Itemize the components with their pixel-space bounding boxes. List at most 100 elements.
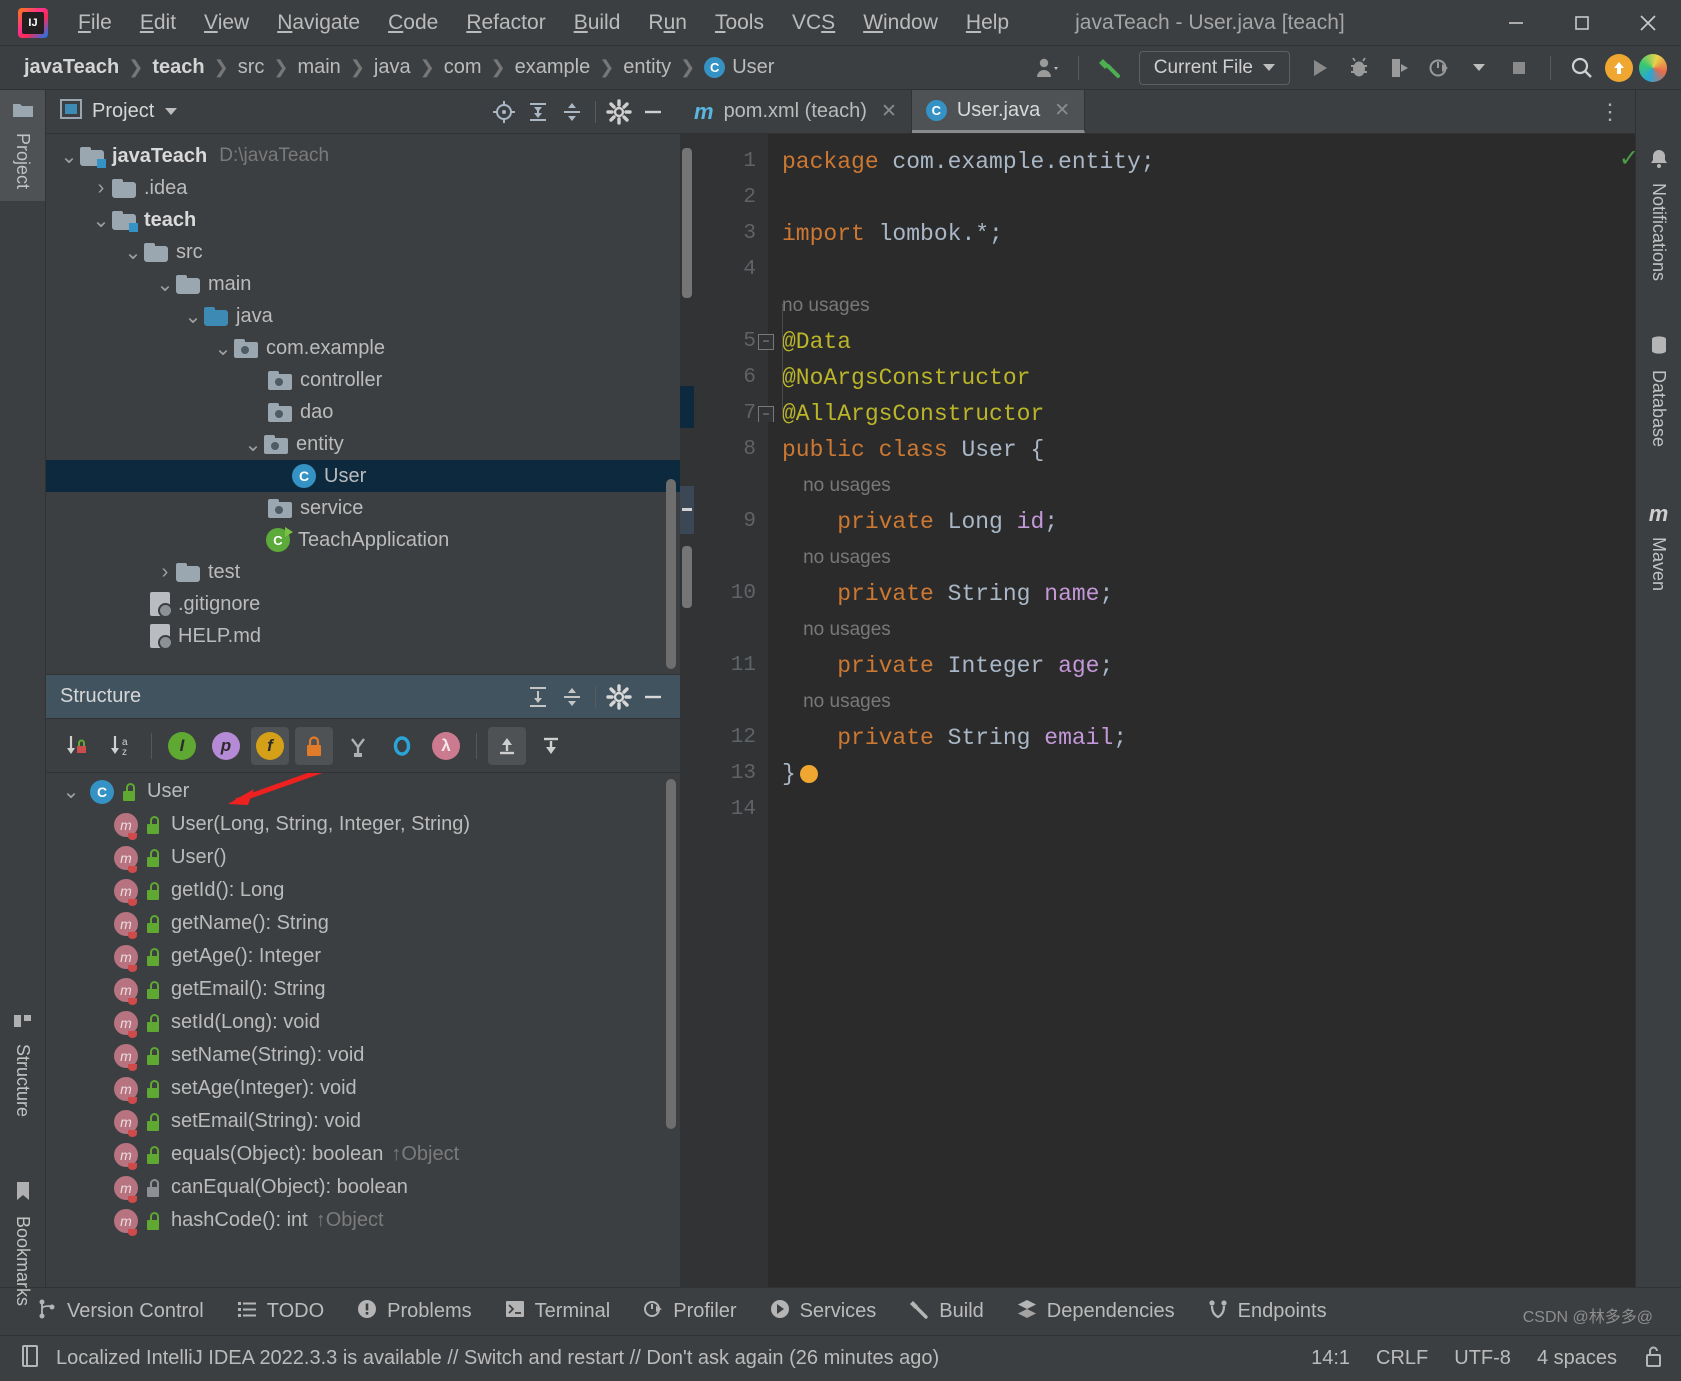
breadcrumb-item-2[interactable]: src — [232, 54, 271, 81]
project-tree-scrollbar[interactable] — [666, 479, 676, 669]
editor-tab-pom-xml[interactable]: m pom.xml (teach) ✕ — [680, 90, 912, 133]
tool-button-dependencies[interactable]: Dependencies — [1016, 1298, 1175, 1326]
menu-file[interactable]: File — [64, 7, 126, 39]
chevron-down-icon[interactable]: ⌄ — [212, 336, 234, 361]
menu-vcs[interactable]: VCS — [778, 7, 849, 39]
close-button[interactable] — [1615, 0, 1681, 46]
breadcrumb-item-1[interactable]: teach — [146, 54, 210, 81]
tree-row-test[interactable]: › test — [46, 556, 680, 588]
ide-assistant-icon[interactable] — [1639, 54, 1667, 82]
notification-doc-icon[interactable] — [18, 1343, 42, 1374]
file-encoding[interactable]: UTF-8 — [1454, 1347, 1511, 1370]
show-hierarchy-icon[interactable] — [339, 727, 377, 765]
chevron-down-icon[interactable]: ⌄ — [58, 144, 80, 169]
more-options-icon[interactable]: ⋮ — [1585, 90, 1635, 133]
menu-run[interactable]: Run — [634, 7, 701, 39]
no-errors-checkmark-icon[interactable]: ✓ — [1619, 144, 1639, 173]
sidebar-item-structure[interactable]: Structure — [0, 1001, 45, 1129]
collapse-all-icon[interactable] — [555, 97, 589, 127]
settings-gear-icon[interactable] — [602, 682, 636, 712]
tool-button-services[interactable]: Services — [769, 1298, 877, 1326]
sidebar-item-project[interactable]: Project — [0, 90, 45, 201]
project-tree[interactable]: ⌄ javaTeach D:\javaTeach › .idea ⌄ teach — [46, 134, 680, 674]
caret-position[interactable]: 14:1 — [1311, 1347, 1350, 1370]
tree-row-help-md[interactable]: HELP.md — [46, 620, 680, 652]
tree-row-javaTeach[interactable]: ⌄ javaTeach D:\javaTeach — [46, 140, 680, 172]
menu-view[interactable]: View — [190, 7, 263, 39]
chevron-down-icon[interactable] — [1462, 52, 1496, 84]
tool-button-version-control[interactable]: Version Control — [36, 1298, 204, 1326]
stop-icon[interactable] — [1502, 52, 1536, 84]
tree-row-java[interactable]: ⌄ java — [46, 300, 680, 332]
menu-edit[interactable]: Edit — [126, 7, 190, 39]
structure-row-method[interactable]: m equals(Object): boolean ↑Object — [46, 1138, 680, 1171]
tool-button-todo[interactable]: TODO — [236, 1298, 324, 1326]
maximize-button[interactable] — [1549, 0, 1615, 46]
breadcrumb-item-7[interactable]: entity — [617, 54, 677, 81]
show-anonymous-classes-icon[interactable] — [383, 727, 421, 765]
menu-navigate[interactable]: Navigate — [263, 7, 374, 39]
structure-row-method[interactable]: m setAge(Integer): void — [46, 1072, 680, 1105]
menu-build[interactable]: Build — [560, 7, 635, 39]
code-content[interactable]: package com.example.entity; import lombo… — [768, 134, 1611, 1287]
sort-by-visibility-icon[interactable] — [58, 727, 96, 765]
chevron-down-icon[interactable]: ⌄ — [154, 272, 176, 297]
run-configuration-selector[interactable]: Current File — [1139, 51, 1290, 85]
update-icon[interactable] — [1605, 54, 1633, 82]
tool-button-profiler[interactable]: Profiler — [642, 1298, 736, 1326]
structure-row-method[interactable]: m getName(): String — [46, 907, 680, 940]
show-fields-icon[interactable]: f — [251, 727, 289, 765]
tree-row-com-example[interactable]: ⌄ com.example — [46, 332, 680, 364]
run-icon[interactable] — [1302, 52, 1336, 84]
minimize-button[interactable] — [1483, 0, 1549, 46]
structure-row-method[interactable]: m getId(): Long — [46, 874, 680, 907]
tree-row-src[interactable]: ⌄ src — [46, 236, 680, 268]
indent-setting[interactable]: 4 spaces — [1537, 1347, 1617, 1370]
editor-scrollbar[interactable] — [682, 148, 692, 298]
status-message[interactable]: Localized IntelliJ IDEA 2022.3.3 is avai… — [56, 1347, 939, 1370]
structure-tree-scrollbar[interactable] — [666, 779, 676, 1129]
user-avatar-icon[interactable] — [1030, 52, 1064, 84]
collapse-marker[interactable] — [682, 508, 692, 511]
chevron-right-icon[interactable]: › — [90, 177, 112, 200]
settings-gear-icon[interactable] — [602, 97, 636, 127]
run-with-coverage-icon[interactable] — [1382, 52, 1416, 84]
expand-all-icon[interactable] — [521, 97, 555, 127]
structure-tree[interactable]: ⌄ C User m User(Long, String, Integer, S… — [46, 773, 680, 1287]
structure-row-method[interactable]: m User() — [46, 841, 680, 874]
sidebar-item-bookmarks[interactable]: Bookmarks — [0, 1169, 45, 1318]
structure-row-method[interactable]: m setEmail(String): void — [46, 1105, 680, 1138]
line-number-gutter[interactable]: 1 2 3 4 . 5 − 6 7 − 8 . 9 — [694, 134, 768, 1287]
chevron-down-icon[interactable]: ⌄ — [182, 304, 204, 329]
chevron-down-icon[interactable]: ⌄ — [122, 240, 144, 265]
line-separator[interactable]: CRLF — [1376, 1347, 1428, 1370]
tree-row-TeachApplication[interactable]: C TeachApplication — [46, 524, 680, 556]
menu-code[interactable]: Code — [374, 7, 452, 39]
tool-button-endpoints[interactable]: Endpoints — [1207, 1298, 1327, 1326]
structure-row-method[interactable]: m canEqual(Object): boolean — [46, 1171, 680, 1204]
chevron-down-icon[interactable]: ⌄ — [242, 432, 264, 457]
tree-row-entity[interactable]: ⌄ entity — [46, 428, 680, 460]
tree-row-idea[interactable]: › .idea — [46, 172, 680, 204]
menu-refactor[interactable]: Refactor — [452, 7, 559, 39]
collapse-all-icon[interactable] — [555, 682, 589, 712]
ij-logo-icon[interactable] — [18, 8, 48, 38]
editor-right-stripe[interactable]: ✓ — [1611, 134, 1635, 1287]
editor-scrollbar[interactable] — [682, 546, 692, 608]
show-lambdas-icon[interactable]: λ — [427, 727, 465, 765]
structure-row-method[interactable]: m setId(Long): void — [46, 1006, 680, 1039]
show-inherited-icon[interactable]: I — [163, 727, 201, 765]
chevron-down-icon[interactable]: ⌄ — [58, 779, 84, 804]
sidebar-item-notifications[interactable]: Notifications — [1648, 134, 1669, 295]
tool-button-terminal[interactable]: Terminal — [504, 1298, 611, 1326]
hide-icon[interactable] — [636, 682, 670, 712]
breadcrumb-item-3[interactable]: main — [291, 54, 346, 81]
menu-window[interactable]: Window — [849, 7, 952, 39]
read-write-lock-icon[interactable] — [1643, 1344, 1663, 1374]
build-hammer-icon[interactable] — [1093, 52, 1127, 84]
sort-alphabetically-icon[interactable]: az — [102, 727, 140, 765]
tree-row-dao[interactable]: dao — [46, 396, 680, 428]
sidebar-item-maven[interactable]: m Maven — [1648, 487, 1669, 605]
chevron-down-icon[interactable]: ⌄ — [90, 208, 112, 233]
menu-tools[interactable]: Tools — [701, 7, 778, 39]
